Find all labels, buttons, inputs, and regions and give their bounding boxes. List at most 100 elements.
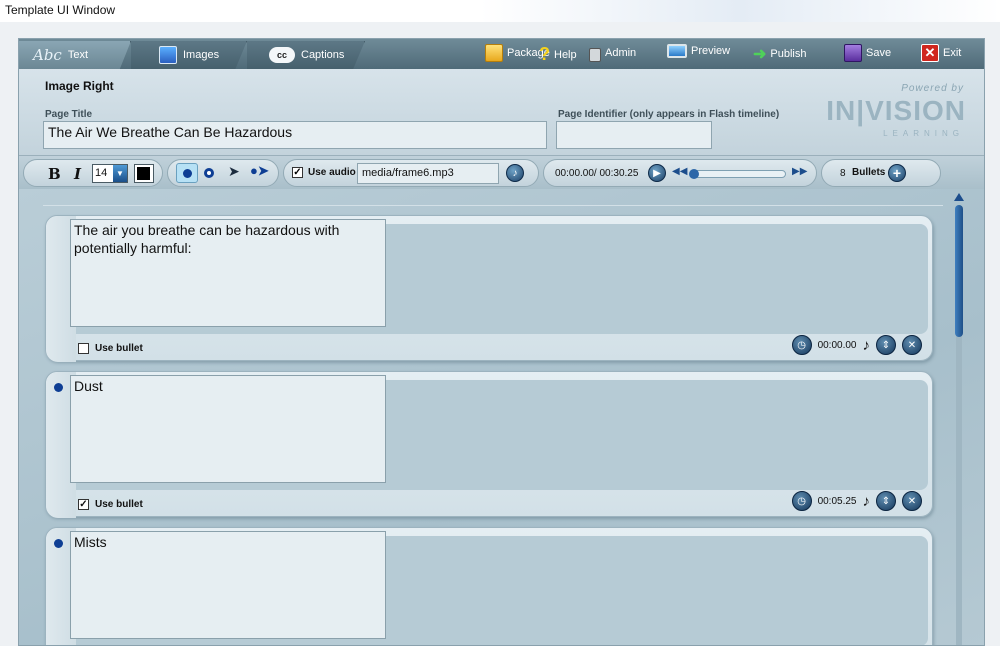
- page-identifier-label: Page Identifier (only appears in Flash t…: [558, 109, 780, 120]
- use-bullet-label: Use bullet: [95, 343, 143, 354]
- close-icon: ✕: [907, 339, 917, 351]
- delete-card-button[interactable]: ✕: [902, 491, 922, 511]
- tab-images[interactable]: Images: [131, 41, 247, 69]
- page-title-input[interactable]: The Air We Breathe Can Be Hazardous: [43, 121, 547, 149]
- color-picker[interactable]: [134, 164, 154, 183]
- page-identifier-input[interactable]: [556, 121, 712, 149]
- rewind-icon[interactable]: ◀◀: [672, 166, 687, 177]
- publish-arrow-icon: ➜: [753, 46, 767, 63]
- format-toolbar: B I 14 ▼ ➤ ●➤ ✓ Use audio media/frame6.m…: [19, 155, 984, 189]
- bullet-filled-button[interactable]: [176, 163, 198, 183]
- bullet-arrow-button[interactable]: ➤: [228, 163, 240, 180]
- italic-button[interactable]: I: [74, 165, 81, 183]
- brand-subtitle: LEARNING: [883, 129, 964, 138]
- tab-captions-label: Captions: [301, 49, 345, 61]
- bullet-style-group: ➤ ●➤: [167, 159, 279, 187]
- chevron-down-icon: ▼: [113, 165, 127, 182]
- tab-text[interactable]: Abc Text: [19, 41, 131, 69]
- use-bullet-row: Use bullet: [78, 343, 143, 354]
- card-tools: ◷ 00:05.25 ♪ ⇕ ✕: [791, 491, 922, 511]
- app-frame: Abc Text Images cc Captions Package ? He…: [18, 38, 985, 646]
- brand-powered-by: Powered by: [901, 83, 964, 94]
- use-bullet-checkbox[interactable]: [78, 343, 89, 354]
- play-button[interactable]: ▶: [648, 164, 666, 182]
- clock-icon: ◷: [797, 339, 806, 351]
- reorder-button[interactable]: ⇕: [876, 335, 896, 355]
- play-icon: ▶: [653, 167, 661, 179]
- brand-logo: IN|VISION: [826, 95, 966, 126]
- bullets-count: 8: [840, 168, 846, 179]
- admin-button[interactable]: Admin: [589, 44, 636, 62]
- scroll-thumb[interactable]: [955, 205, 963, 337]
- music-note-icon: ♪: [512, 167, 518, 179]
- reorder-button[interactable]: ⇕: [876, 491, 896, 511]
- vertical-scrollbar[interactable]: [954, 193, 964, 645]
- bold-button[interactable]: B: [48, 165, 61, 183]
- save-button[interactable]: Save: [844, 44, 891, 62]
- audio-browse-button[interactable]: ♪: [506, 164, 524, 182]
- use-bullet-checkbox[interactable]: ✓: [78, 499, 89, 510]
- font-size-select[interactable]: 14 ▼: [92, 164, 128, 183]
- playback-group: 00:00.00/ 00:30.25 ▶ ◀◀ ▶▶: [543, 159, 817, 187]
- audio-file-input[interactable]: media/frame6.mp3: [357, 163, 499, 184]
- music-note-icon[interactable]: ♪: [863, 493, 871, 510]
- up-down-arrows-icon: ⇕: [881, 339, 891, 351]
- publish-label: Publish: [770, 48, 807, 60]
- cc-captions-icon: cc: [269, 47, 295, 63]
- timeline-slider[interactable]: [689, 169, 786, 179]
- bullets-group: 8 Bullets +: [821, 159, 941, 187]
- bullet-hollow-button[interactable]: [204, 168, 214, 178]
- card-time: 00:00.00: [817, 339, 857, 351]
- tab-text-label: Text: [67, 49, 89, 61]
- preview-button[interactable]: Preview: [667, 44, 730, 58]
- lock-icon: [589, 48, 601, 62]
- sync-clock-button[interactable]: ◷: [791, 335, 812, 355]
- clock-icon: ◷: [797, 495, 806, 507]
- music-note-icon[interactable]: ♪: [863, 337, 871, 354]
- close-icon: ✕: [921, 44, 939, 62]
- window-title: Template UI Window: [5, 3, 116, 17]
- package-icon: [485, 44, 503, 62]
- use-bullet-row: ✓ Use bullet: [78, 499, 143, 510]
- tab-captions[interactable]: cc Captions: [247, 41, 365, 69]
- exit-label: Exit: [943, 47, 962, 59]
- use-audio-checkbox[interactable]: ✓: [292, 167, 303, 178]
- divider: [43, 205, 943, 206]
- exit-button[interactable]: ✕ Exit: [921, 44, 961, 62]
- admin-label: Admin: [605, 47, 637, 59]
- help-label: Help: [554, 48, 577, 61]
- bullet-card: Dust ✓ Use bullet ◷ 00:05.25 ♪ ⇕ ✕: [45, 371, 933, 518]
- abc-text-icon: Abc: [33, 46, 62, 64]
- page-header: Image Right Page Title The Air We Breath…: [19, 69, 984, 155]
- bullet-dot-arrow-button[interactable]: ●➤: [250, 163, 269, 179]
- scroll-up-arrow-icon[interactable]: [954, 193, 964, 201]
- fast-forward-icon[interactable]: ▶▶: [792, 166, 807, 177]
- sync-clock-button[interactable]: ◷: [791, 491, 812, 511]
- publish-button[interactable]: ➜ Publish: [753, 44, 806, 64]
- text-format-group: B I 14 ▼: [23, 159, 163, 187]
- bullet-text-input[interactable]: Mists: [70, 531, 386, 639]
- tab-images-label: Images: [183, 49, 220, 61]
- font-size-value: 14: [95, 167, 108, 179]
- delete-card-button[interactable]: ✕: [902, 335, 922, 355]
- card-tools: ◷ 00:00.00 ♪ ⇕ ✕: [791, 335, 922, 355]
- main-toolbar: Abc Text Images cc Captions Package ? He…: [19, 39, 984, 69]
- add-bullet-button[interactable]: +: [888, 164, 906, 182]
- bullet-text-input[interactable]: The air you breathe can be hazardous wit…: [70, 219, 386, 327]
- help-button[interactable]: ? Help: [539, 44, 577, 65]
- slider-thumb[interactable]: [689, 169, 699, 179]
- titlebar-background: [480, 0, 1000, 22]
- bullet-dot-icon: [54, 539, 63, 548]
- page-title-label: Page Title: [45, 109, 93, 120]
- up-down-arrows-icon: ⇕: [881, 495, 891, 507]
- floppy-disk-icon: [844, 44, 862, 62]
- preview-label: Preview: [691, 45, 731, 57]
- use-audio-label: Use audio: [308, 167, 356, 178]
- bullet-text-input[interactable]: Dust: [70, 375, 386, 483]
- bullets-label: Bullets: [852, 167, 886, 178]
- card-time: 00:05.25: [817, 495, 857, 507]
- section-title: Image Right: [45, 79, 114, 93]
- bullet-list-area: The air you breathe can be hazardous wit…: [19, 189, 984, 645]
- audio-group: ✓ Use audio media/frame6.mp3 ♪: [283, 159, 539, 187]
- color-swatch-icon: [137, 167, 150, 180]
